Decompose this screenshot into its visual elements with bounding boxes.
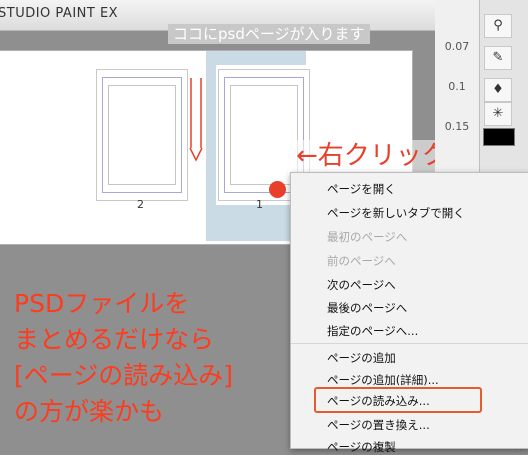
- menu-item-open-page-new-tab[interactable]: ページを新しいタブで開く: [327, 205, 465, 221]
- scale-value: 0.15: [444, 120, 470, 133]
- app-title: STUDIO PAINT EX: [0, 6, 119, 21]
- page-context-menu: ページを開く ページを新しいタブで開く 最初のページへ 前のページへ 次のページ…: [290, 172, 528, 454]
- page-number-1: 1: [256, 198, 263, 211]
- menu-item-previous-page: 前のページへ: [327, 254, 396, 268]
- menu-item-load-page[interactable]: ページの読み込み...: [327, 393, 430, 409]
- menu-item-last-page[interactable]: 最後のページへ: [327, 300, 407, 316]
- menu-separator: [291, 343, 528, 344]
- menu-item-go-to-page[interactable]: 指定のページへ...: [327, 323, 418, 339]
- page-number-2: 2: [137, 198, 144, 211]
- page-thumbnail-2[interactable]: [94, 65, 190, 205]
- menu-item-add-page-detailed[interactable]: ページの追加(詳細)...: [327, 372, 439, 388]
- zoom-scale-column: 0.07 0.1 0.15: [435, 0, 480, 172]
- scale-value: 0.07: [444, 40, 470, 53]
- magnifier-icon[interactable]: ⚲: [484, 14, 512, 38]
- annotation-tip: PSDファイルを まとめるだけなら [ページの読み込み] の方が楽かも: [14, 289, 234, 426]
- menu-item-replace-page[interactable]: ページの置き換え...: [327, 417, 430, 433]
- click-point-marker: [269, 181, 286, 198]
- page-safe-frame: [108, 85, 176, 185]
- droplet-icon[interactable]: ♦: [484, 78, 512, 102]
- menu-item-duplicate-page[interactable]: ページの複製: [327, 439, 396, 455]
- insert-arrow-icon: [189, 78, 203, 162]
- annotation-insert-here: ココにpsdページが入ります: [168, 24, 370, 44]
- annotation-right-click: ←右クリック: [294, 140, 450, 172]
- scale-value: 0.1: [448, 80, 466, 93]
- menu-item-first-page: 最初のページへ: [327, 230, 408, 244]
- main-color-swatch[interactable]: [483, 128, 515, 146]
- menu-item-add-page[interactable]: ページの追加: [327, 350, 396, 366]
- page-safe-frame: [230, 85, 298, 185]
- pen-icon[interactable]: ✎: [484, 46, 512, 70]
- menu-item-next-page[interactable]: 次のページへ: [327, 277, 396, 293]
- sparkle-icon[interactable]: ✳: [484, 102, 512, 126]
- menu-item-open-page[interactable]: ページを開く: [327, 181, 396, 197]
